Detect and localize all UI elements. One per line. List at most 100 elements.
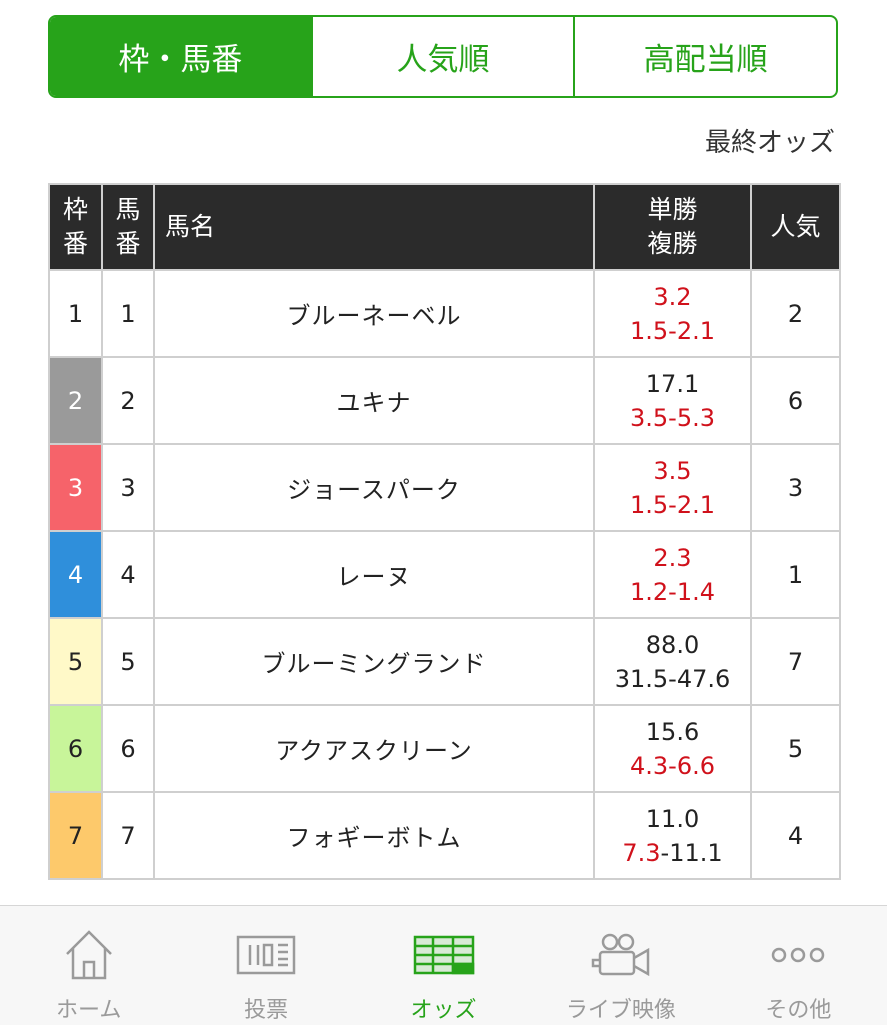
place-odds: 1.2-1.4 <box>595 575 750 609</box>
horse-name-cell: フォギーボトム <box>153 791 595 880</box>
horse-name-cell: ジョースパーク <box>153 443 595 532</box>
place-odds-high: 11.1 <box>669 838 723 867</box>
header-popularity: 人気 <box>750 183 841 271</box>
place-odds-separator: - <box>668 490 677 519</box>
table-row[interactable]: 1 1 ブルーネーベル 3.2 1.5-2.1 2 <box>48 269 841 358</box>
place-odds-separator: - <box>668 751 677 780</box>
more-icon <box>770 926 826 984</box>
table-row[interactable]: 6 6 アクアスクリーン 15.6 4.3-6.6 5 <box>48 704 841 793</box>
tab-popularity-order[interactable]: 人気順 <box>310 17 574 96</box>
nav-other[interactable]: その他 <box>710 906 887 1025</box>
horse-number-cell: 3 <box>101 443 155 532</box>
win-odds: 3.2 <box>653 282 692 311</box>
horse-number-cell: 5 <box>101 617 155 706</box>
place-odds-low: 4.3 <box>629 751 669 780</box>
table-row[interactable]: 5 5 ブルーミングランド 88.0 31.5-47.6 7 <box>48 617 841 706</box>
place-odds-high: 6.6 <box>676 751 715 780</box>
win-odds: 2.3 <box>653 543 692 572</box>
popularity-cell: 5 <box>750 704 841 793</box>
place-odds-separator: - <box>668 316 677 345</box>
place-odds-low: 7.3 <box>622 838 661 867</box>
odds-cell: 11.0 7.3-11.1 <box>593 791 752 880</box>
popularity-cell: 3 <box>750 443 841 532</box>
horse-name-cell: アクアスクリーン <box>153 704 595 793</box>
odds-cell: 2.3 1.2-1.4 <box>593 530 752 619</box>
place-odds-low: 1.2 <box>629 577 669 606</box>
place-odds: 4.3-6.6 <box>595 749 750 783</box>
place-odds-separator: - <box>668 664 677 693</box>
frame-number-cell: 3 <box>48 443 103 532</box>
horse-number-cell: 4 <box>101 530 155 619</box>
home-icon <box>63 926 115 984</box>
table-row[interactable]: 4 4 レーヌ 2.3 1.2-1.4 1 <box>48 530 841 619</box>
place-odds-high: 2.1 <box>676 490 715 519</box>
place-odds-low: 31.5 <box>614 664 669 693</box>
place-odds-low: 3.5 <box>629 403 669 432</box>
frame-number-cell: 7 <box>48 791 103 880</box>
place-odds: 1.5-2.1 <box>595 488 750 522</box>
odds-cell: 3.5 1.5-2.1 <box>593 443 752 532</box>
table-row[interactable]: 2 2 ユキナ 17.1 3.5-5.3 6 <box>48 356 841 445</box>
header-odds: 単勝 複勝 <box>593 183 752 271</box>
frame-number-cell: 4 <box>48 530 103 619</box>
odds-cell: 15.6 4.3-6.6 <box>593 704 752 793</box>
table-row[interactable]: 3 3 ジョースパーク 3.5 1.5-2.1 3 <box>48 443 841 532</box>
nav-odds-label: オッズ <box>410 998 477 1023</box>
horse-name-cell: ブルーミングランド <box>153 617 595 706</box>
frame-number-cell: 6 <box>48 704 103 793</box>
place-odds-low: 1.5 <box>629 490 669 519</box>
win-odds: 88.0 <box>645 630 700 659</box>
nav-vote[interactable]: 投票 <box>177 906 354 1025</box>
place-odds-high: 1.4 <box>676 577 715 606</box>
tab-frame-number[interactable]: 枠・馬番 <box>50 17 311 96</box>
place-odds: 7.3-11.1 <box>595 836 750 870</box>
nav-live-video[interactable]: ライブ映像 <box>532 906 709 1025</box>
bottom-tab-bar: ホーム 投票 オッズ ライブ映像 その他 <box>0 905 887 1025</box>
horse-number-cell: 6 <box>101 704 155 793</box>
nav-other-label: その他 <box>765 998 832 1023</box>
sort-segmented-control: 枠・馬番 人気順 高配当順 <box>48 15 838 98</box>
horse-name-cell: ブルーネーベル <box>153 269 595 358</box>
tab-high-payout-order[interactable]: 高配当順 <box>573 17 836 96</box>
place-odds-high: 2.1 <box>676 316 715 345</box>
nav-vote-label: 投票 <box>244 998 289 1023</box>
place-odds: 31.5-47.6 <box>595 662 750 696</box>
odds-cell: 3.2 1.5-2.1 <box>593 269 752 358</box>
horse-name-cell: ユキナ <box>153 356 595 445</box>
video-camera-icon <box>590 926 652 984</box>
place-odds: 1.5-2.1 <box>595 314 750 348</box>
nav-live-video-label: ライブ映像 <box>565 998 676 1023</box>
nav-odds[interactable]: オッズ <box>355 906 532 1025</box>
header-umaban: 馬 番 <box>101 183 155 271</box>
place-odds-separator: - <box>668 403 677 432</box>
horse-name-cell: レーヌ <box>153 530 595 619</box>
win-odds: 15.6 <box>645 717 700 746</box>
popularity-cell: 1 <box>750 530 841 619</box>
table-row[interactable]: 7 7 フォギーボトム 11.0 7.3-11.1 4 <box>48 791 841 880</box>
place-odds-separator: - <box>668 577 677 606</box>
final-odds-caption: 最終オッズ <box>704 128 835 158</box>
frame-number-cell: 5 <box>48 617 103 706</box>
win-odds: 11.0 <box>645 804 700 833</box>
win-odds: 3.5 <box>653 456 692 485</box>
ticket-icon <box>236 926 296 984</box>
table-header-row: 枠 番 馬 番 馬名 単勝 複勝 人気 <box>48 183 841 271</box>
place-odds-low: 1.5 <box>629 316 669 345</box>
frame-number-cell: 2 <box>48 356 103 445</box>
odds-cell: 88.0 31.5-47.6 <box>593 617 752 706</box>
horse-number-cell: 2 <box>101 356 155 445</box>
popularity-cell: 7 <box>750 617 841 706</box>
popularity-cell: 2 <box>750 269 841 358</box>
win-odds: 17.1 <box>645 369 700 398</box>
horse-number-cell: 1 <box>101 269 155 358</box>
odds-table-icon <box>413 926 475 984</box>
horse-number-cell: 7 <box>101 791 155 880</box>
odds-cell: 17.1 3.5-5.3 <box>593 356 752 445</box>
place-odds-high: 5.3 <box>676 403 715 432</box>
popularity-cell: 4 <box>750 791 841 880</box>
header-horse-name: 馬名 <box>153 183 595 271</box>
nav-home-label: ホーム <box>56 998 122 1023</box>
nav-home[interactable]: ホーム <box>0 906 177 1025</box>
popularity-cell: 6 <box>750 356 841 445</box>
place-odds-high: 47.6 <box>676 664 731 693</box>
